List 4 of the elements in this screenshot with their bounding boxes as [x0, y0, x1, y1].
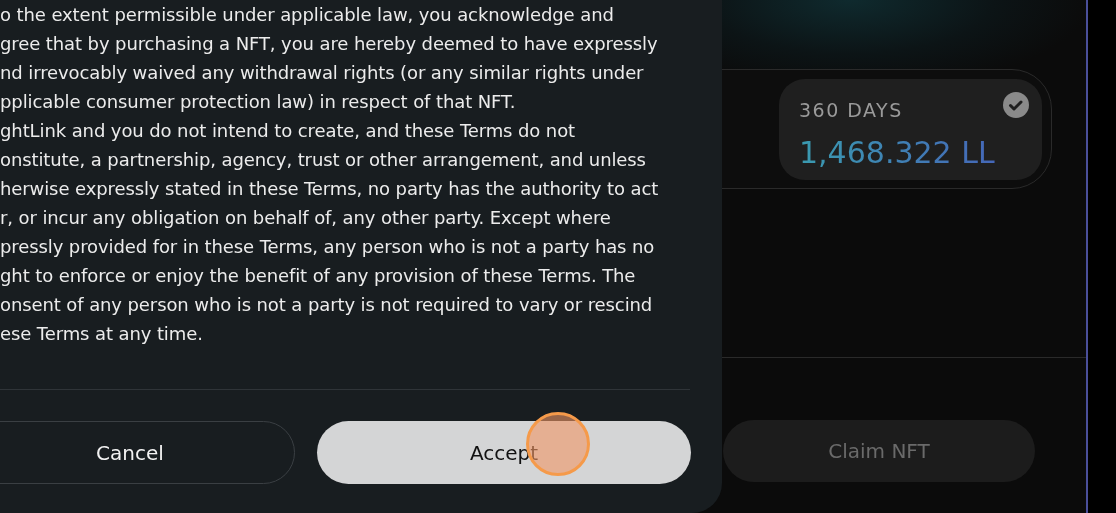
check-icon	[1002, 90, 1030, 119]
plan-duration: 360 DAYS	[799, 98, 903, 121]
plan-card[interactable]: 360 DAYS 1,468.322 LL	[779, 78, 1042, 180]
terms-text: o the extent permissible under applicable law, you acknowledge and gree that by purchasing a NFT, you are hereby deemed to have expressly nd irrevocably waived any withdrawal rights (or any similar rights under pplicable consumer protection law) in respect of that NFT. ghtLink and you do not intend to create, and these Terms do not onstitute, a partnership, agency, trust or other arrangement, and unless herwise expressly stated in these Terms, no party has the authority to act r, or incur any obligation on behalf of, any other party. Except where pressly provided for in these Terms, any person who is not a party has no ght to enforce or enjoy the benefit of any provision of these Terms. The onsent of any person who is not a party is not required to vary or rescind ese Terms at any time.	[0, 3, 660, 346]
